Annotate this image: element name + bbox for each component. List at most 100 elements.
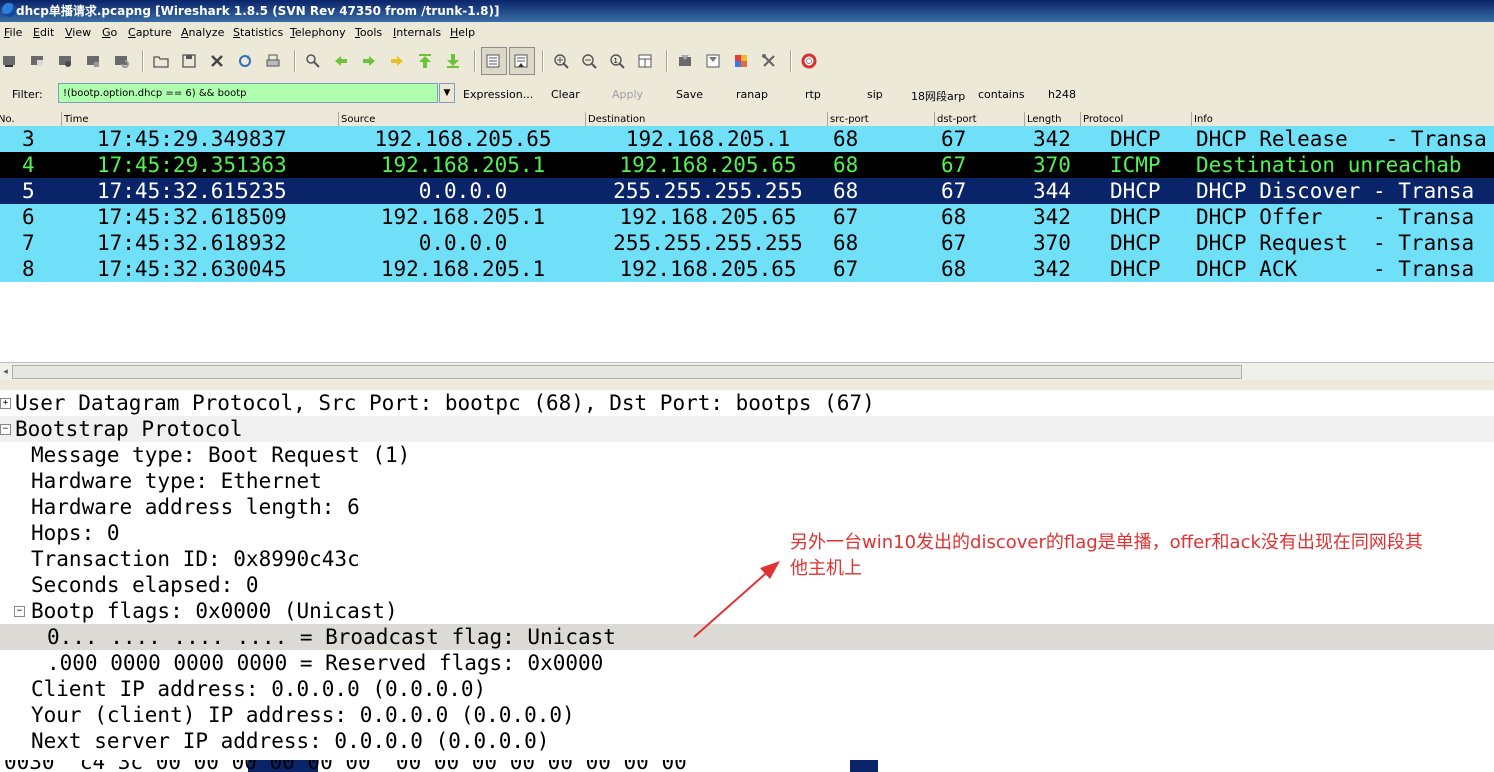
packet-row[interactable]: 5 17:45:32.615235 0.0.0.0 255.255.255.255 68… — [0, 178, 1494, 204]
menu-tools[interactable]: Tools — [355, 22, 382, 44]
menu-go[interactable]: Go — [102, 22, 117, 44]
packet-row[interactable]: 8 17:45:32.630045 192.168.205.1 192.168.205… — [0, 256, 1494, 282]
detail-tree-row[interactable]: Your (client) IP address: 0.0.0.0 (0.0.0… — [0, 702, 1494, 728]
detail-tree-text: Hardware address length: 6 — [31, 495, 360, 519]
preferences-icon[interactable] — [760, 52, 778, 70]
column-header-destination[interactable]: Destination — [585, 112, 828, 126]
svg-text:1: 1 — [614, 57, 618, 65]
menu-internals[interactable]: Internals — [393, 22, 441, 44]
go-first-icon[interactable] — [416, 52, 434, 70]
menu-file[interactable]: File — [4, 22, 22, 44]
packet-protocol: DHCP — [1110, 257, 1161, 281]
column-header-time[interactable]: Time — [61, 112, 339, 126]
packet-dst-port: 68 — [941, 205, 967, 229]
packet-dst-port: 67 — [941, 179, 967, 203]
packet-row[interactable]: 6 17:45:32.618509 192.168.205.1 192.168.205… — [0, 204, 1494, 230]
packet-length: 370 — [1033, 153, 1071, 177]
menu-edit[interactable]: Edit — [33, 22, 54, 44]
collapse-icon[interactable]: − — [0, 424, 11, 435]
colorize-icon[interactable] — [484, 52, 502, 70]
column-header-src-port[interactable]: src-port — [827, 112, 935, 126]
menu-statistics[interactable]: Statistics — [233, 22, 283, 44]
capture-filters-icon[interactable] — [676, 52, 694, 70]
packet-length: 344 — [1033, 179, 1071, 203]
restart-capture-icon[interactable] — [112, 52, 130, 70]
menu-view[interactable]: View — [65, 22, 91, 44]
scrollbar-thumb[interactable] — [12, 365, 1242, 379]
detail-tree-text: Hardware type: Ethernet — [31, 469, 322, 493]
stop-capture-icon[interactable] — [84, 52, 102, 70]
filter-button-18-arp[interactable]: 18网段arp — [911, 88, 965, 104]
packet-destination: 255.255.255.255 — [613, 231, 803, 255]
column-header-info[interactable]: Info — [1191, 112, 1494, 126]
zoom-out-icon[interactable] — [580, 52, 598, 70]
collapse-icon[interactable]: − — [14, 606, 25, 617]
filter-button-ranap[interactable]: ranap — [736, 88, 768, 101]
apply-button[interactable]: Apply — [612, 88, 643, 101]
detail-tree-row[interactable]: Hardware type: Ethernet — [0, 468, 1494, 494]
zoom-normal-icon[interactable]: 1 — [608, 52, 626, 70]
detail-tree-row[interactable]: Next server IP address: 0.0.0.0 (0.0.0.0… — [0, 728, 1494, 754]
go-forward-icon[interactable] — [360, 52, 378, 70]
packet-row[interactable]: 4 17:45:29.351363 192.168.205.1 192.168.205… — [0, 152, 1494, 178]
filter-button-contains[interactable]: contains — [978, 88, 1025, 101]
pane-splitter[interactable] — [0, 380, 1494, 390]
column-header-protocol[interactable]: Protocol — [1080, 112, 1192, 126]
detail-tree-row[interactable]: .000 0000 0000 0000 = Reserved flags: 0x… — [0, 650, 1494, 676]
column-header-source[interactable]: Source — [338, 112, 586, 126]
packet-bytes-pane[interactable]: 0030 c4 3c 00 00 00 00 00 00 00 00 00 00… — [0, 760, 1494, 772]
print-icon[interactable] — [264, 52, 282, 70]
detail-tree-row[interactable]: Message type: Boot Request (1) — [0, 442, 1494, 468]
packet-destination: 192.168.205.65 — [619, 257, 797, 281]
menu-capture[interactable]: Capture — [128, 22, 172, 44]
expand-icon[interactable]: + — [0, 398, 11, 409]
column-header-dst-port[interactable]: dst-port — [934, 112, 1025, 126]
detail-tree-row[interactable]: − Bootstrap Protocol — [0, 416, 1494, 442]
filter-dropdown-button[interactable]: ▼ — [439, 83, 455, 103]
open-file-icon[interactable] — [152, 52, 170, 70]
save-file-icon[interactable] — [180, 52, 198, 70]
menu-analyze[interactable]: Analyze — [181, 22, 224, 44]
help-icon[interactable] — [800, 52, 818, 70]
packet-list[interactable]: 3 17:45:29.349837 192.168.205.65 192.168.20… — [0, 126, 1494, 362]
menu-help[interactable]: Help — [450, 22, 475, 44]
detail-tree-text: Your (client) IP address: 0.0.0.0 (0.0.0… — [31, 703, 575, 727]
zoom-in-icon[interactable] — [552, 52, 570, 70]
capture-options-icon[interactable] — [28, 52, 46, 70]
column-header-length[interactable]: Length — [1024, 112, 1081, 126]
auto-scroll-icon[interactable] — [512, 52, 530, 70]
packet-protocol: DHCP — [1110, 205, 1161, 229]
packet-row[interactable]: 7 17:45:32.618932 0.0.0.0 255.255.255.255 68… — [0, 230, 1494, 256]
packet-info: Destination unreachab — [1196, 153, 1462, 177]
filter-button-sip[interactable]: sip — [867, 88, 883, 101]
packet-destination: 192.168.205.65 — [619, 153, 797, 177]
display-filters-icon[interactable] — [704, 52, 722, 70]
detail-tree-row[interactable]: Hardware address length: 6 — [0, 494, 1494, 520]
clear-button[interactable]: Clear — [551, 88, 580, 101]
close-file-icon[interactable] — [208, 52, 226, 70]
packet-row[interactable]: 3 17:45:29.349837 192.168.205.65 192.168.20… — [0, 126, 1494, 152]
packet-no: 6 — [22, 205, 35, 229]
filter-button-h248[interactable]: h248 — [1048, 88, 1076, 101]
resize-columns-icon[interactable] — [636, 52, 654, 70]
reload-icon[interactable] — [236, 52, 254, 70]
column-header-no[interactable]: No. — [0, 112, 62, 126]
expression-button[interactable]: Expression... — [463, 88, 533, 101]
go-to-packet-icon[interactable] — [388, 52, 406, 70]
detail-tree-row[interactable]: Client IP address: 0.0.0.0 (0.0.0.0) — [0, 676, 1494, 702]
filter-button-rtp[interactable]: rtp — [805, 88, 821, 101]
go-last-icon[interactable] — [444, 52, 462, 70]
packet-list-scrollbar[interactable]: ◂ — [0, 362, 1494, 381]
packet-src-port: 68 — [833, 127, 859, 151]
coloring-rules-icon[interactable] — [732, 52, 750, 70]
packet-length: 342 — [1033, 127, 1071, 151]
menu-telephony[interactable]: Telephony — [290, 22, 346, 44]
go-back-icon[interactable] — [332, 52, 350, 70]
interface-list-icon[interactable] — [0, 52, 18, 70]
save-filter-button[interactable]: Save — [676, 88, 703, 101]
display-filter-input[interactable]: !(bootp.option.dhcp == 6) && bootp — [58, 83, 438, 103]
scroll-left-icon[interactable]: ◂ — [0, 365, 11, 379]
detail-tree-row[interactable]: + User Datagram Protocol, Src Port: bootp… — [0, 390, 1494, 416]
start-capture-icon[interactable] — [56, 52, 74, 70]
find-packet-icon[interactable] — [304, 52, 322, 70]
